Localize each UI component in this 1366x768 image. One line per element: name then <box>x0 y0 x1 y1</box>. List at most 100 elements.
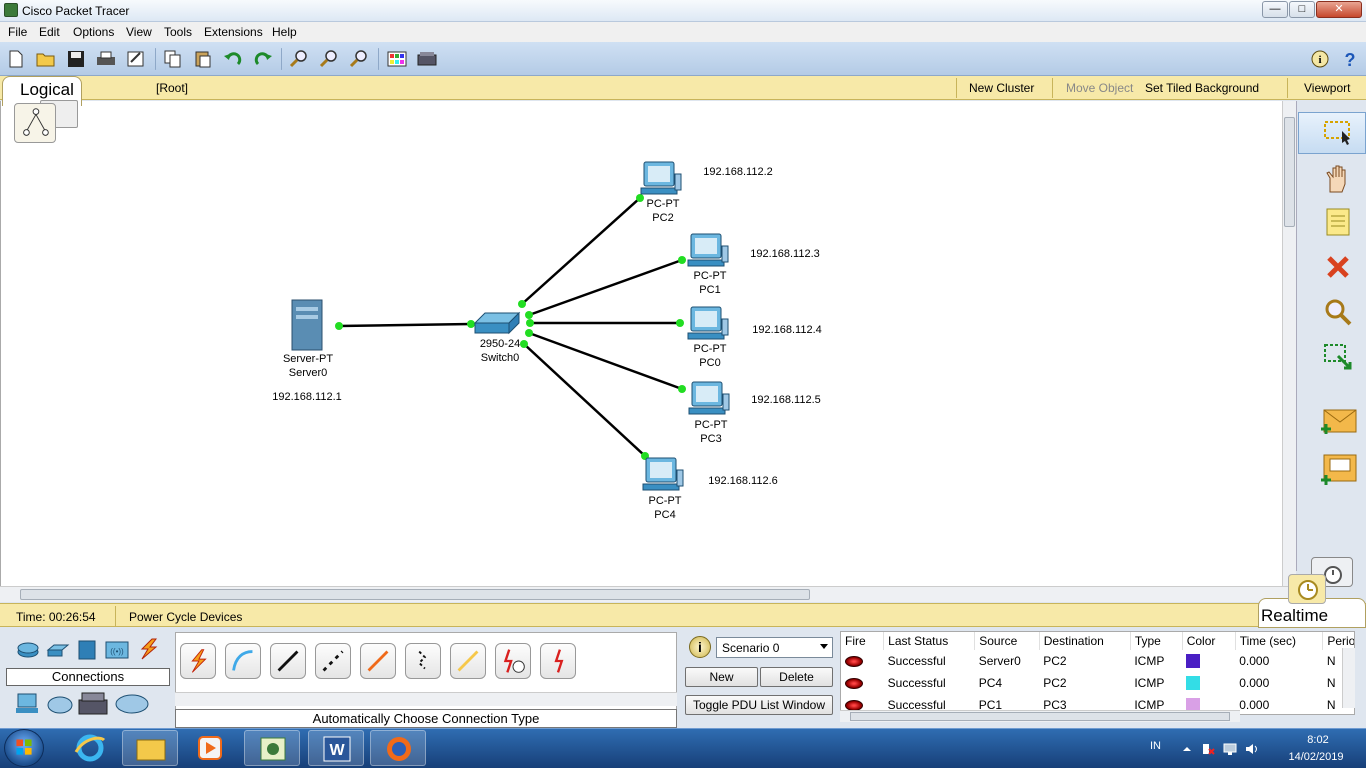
straight-through-connection-button[interactable] <box>270 643 306 679</box>
info-icon[interactable]: i <box>1310 50 1330 68</box>
undo-icon[interactable] <box>223 50 243 68</box>
select-icon[interactable] <box>1322 117 1354 147</box>
wireless-category-icon[interactable]: ((•)) <box>104 638 130 662</box>
delete-icon[interactable] <box>1322 252 1354 282</box>
new-scenario-button[interactable]: New <box>685 667 758 687</box>
logical-view-icon[interactable] <box>14 103 56 143</box>
device-pc3[interactable]: PC-PT PC3 192.168.112.5 <box>688 381 821 445</box>
add-complex-pdu-icon[interactable] <box>1318 452 1358 488</box>
coaxial-connection-button[interactable] <box>450 643 486 679</box>
fire-button-icon[interactable] <box>845 656 863 668</box>
routers-category-icon[interactable] <box>16 638 40 662</box>
menu-extensions[interactable]: Extensions <box>204 25 263 39</box>
add-simple-pdu-icon[interactable] <box>1318 407 1358 437</box>
pdu-row[interactable]: SuccessfulPC4PC2ICMP0.000N1 <box>841 672 1354 694</box>
device-pc4[interactable]: PC-PT PC4 192.168.112.6 <box>642 457 778 521</box>
pdu-row[interactable]: SuccessfulServer0PC2ICMP0.000N0 <box>841 650 1354 672</box>
column-header[interactable]: Color <box>1182 632 1236 650</box>
end-devices-category-icon[interactable] <box>14 692 40 716</box>
link-pc1-switch0[interactable] <box>528 258 683 317</box>
zoom-in-icon[interactable] <box>289 50 309 68</box>
device-pc0[interactable]: PC-PT PC0 192.168.112.4 <box>687 306 822 369</box>
column-header[interactable]: Last Status <box>883 632 976 650</box>
custom-device-icon[interactable] <box>417 50 437 68</box>
action-center-icon[interactable] <box>1201 742 1215 756</box>
serial-dce-connection-button[interactable] <box>495 643 531 679</box>
pdu-list-vertical-scrollbar[interactable] <box>1342 648 1355 708</box>
root-breadcrumb[interactable]: [Root] <box>156 81 188 95</box>
pdu-list-horizontal-scrollbar[interactable] <box>840 710 1240 722</box>
redo-icon[interactable] <box>253 50 273 68</box>
menu-view[interactable]: View <box>126 25 152 39</box>
link-server0-switch0[interactable] <box>338 322 472 328</box>
scenario-info-icon[interactable]: i <box>689 636 711 658</box>
taskbar-internet-explorer[interactable] <box>62 730 118 766</box>
phone-connection-button[interactable] <box>405 643 441 679</box>
show-hidden-icons-icon[interactable] <box>1180 742 1194 756</box>
start-button[interactable] <box>4 729 44 767</box>
ip-address-note[interactable]: 192.168.112.1 <box>272 391 342 403</box>
connections-category-icon[interactable] <box>136 637 160 661</box>
fire-button-icon[interactable] <box>845 678 863 690</box>
device-pc1[interactable]: PC-PT PC1 192.168.112.3 <box>687 233 820 296</box>
hubs-category-icon[interactable] <box>76 638 98 662</box>
move-object-button[interactable]: Move Object <box>1066 81 1133 95</box>
resize-shape-icon[interactable] <box>1322 342 1354 372</box>
column-header[interactable]: Destination <box>1039 632 1131 650</box>
help-icon[interactable]: ? <box>1340 50 1360 68</box>
network-status-icon[interactable] <box>1223 742 1237 756</box>
device-pc2[interactable]: PC-PT PC2 192.168.112.2 <box>640 161 773 224</box>
copy-icon[interactable] <box>163 50 183 68</box>
realtime-clock-icon[interactable] <box>1288 574 1326 604</box>
device-switch0[interactable]: 2950-24 Switch0 <box>473 311 521 364</box>
inspect-icon[interactable] <box>1322 297 1354 327</box>
taskbar-microsoft-word[interactable]: W <box>308 730 364 766</box>
crossover-connection-button[interactable] <box>315 643 351 679</box>
menu-edit[interactable]: Edit <box>39 25 60 39</box>
link-pc2-switch0[interactable] <box>521 197 641 305</box>
device-server0[interactable]: Server-PT Server0 192.168.112.1 <box>272 299 342 403</box>
fiber-connection-button[interactable] <box>360 643 396 679</box>
zoom-reset-icon[interactable] <box>319 50 339 68</box>
scrollbar-thumb[interactable] <box>1284 117 1295 227</box>
ip-address-note[interactable]: 192.168.112.2 <box>703 166 773 178</box>
ip-address-note[interactable]: 192.168.112.5 <box>751 394 821 406</box>
close-button[interactable]: ✕ <box>1316 1 1362 18</box>
delete-scenario-button[interactable]: Delete <box>760 667 833 687</box>
activity-wizard-icon[interactable] <box>126 50 146 68</box>
column-header[interactable]: Source <box>974 632 1040 650</box>
column-header[interactable]: Type <box>1130 632 1183 650</box>
palette-icon[interactable] <box>387 50 407 68</box>
taskbar-packet-tracer[interactable] <box>244 730 300 766</box>
paste-icon[interactable] <box>193 50 213 68</box>
maximize-button[interactable]: □ <box>1289 1 1315 18</box>
input-language-indicator[interactable]: IN <box>1150 740 1161 752</box>
save-icon[interactable] <box>66 50 86 68</box>
zoom-out-icon[interactable] <box>349 50 369 68</box>
menu-help[interactable]: Help <box>272 25 297 39</box>
taskbar-media-player[interactable] <box>182 730 238 766</box>
print-icon[interactable] <box>96 50 116 68</box>
workspace-vertical-scrollbar[interactable] <box>1282 101 1296 586</box>
taskbar-firefox[interactable] <box>370 730 426 766</box>
pdu-fire-cell[interactable] <box>841 672 884 694</box>
clock-date[interactable]: 14/02/2019 <box>1284 751 1348 763</box>
power-cycle-devices-button[interactable]: Power Cycle Devices <box>129 610 242 624</box>
ip-address-note[interactable]: 192.168.112.4 <box>752 324 822 336</box>
ip-address-note[interactable]: 192.168.112.3 <box>750 248 820 260</box>
new-icon[interactable] <box>6 50 26 68</box>
connection-types-scrollbar[interactable] <box>175 692 677 706</box>
viewport-button[interactable]: Viewport <box>1304 81 1350 95</box>
link-pc4-switch0[interactable] <box>523 343 646 457</box>
move-layout-icon[interactable] <box>1322 164 1354 194</box>
workspace-horizontal-scrollbar[interactable] <box>0 586 1296 602</box>
switches-category-icon[interactable] <box>46 640 70 662</box>
set-tiled-background-button[interactable]: Set Tiled Background <box>1145 81 1259 95</box>
column-header[interactable]: Time (sec) <box>1235 632 1324 650</box>
menu-file[interactable]: File <box>8 25 27 39</box>
ip-address-note[interactable]: 192.168.112.6 <box>708 475 778 487</box>
serial-dte-connection-button[interactable] <box>540 643 576 679</box>
pdu-fire-cell[interactable] <box>841 650 884 672</box>
scenario-dropdown[interactable]: Scenario 0 <box>716 637 833 658</box>
auto-connection-button[interactable] <box>180 643 216 679</box>
